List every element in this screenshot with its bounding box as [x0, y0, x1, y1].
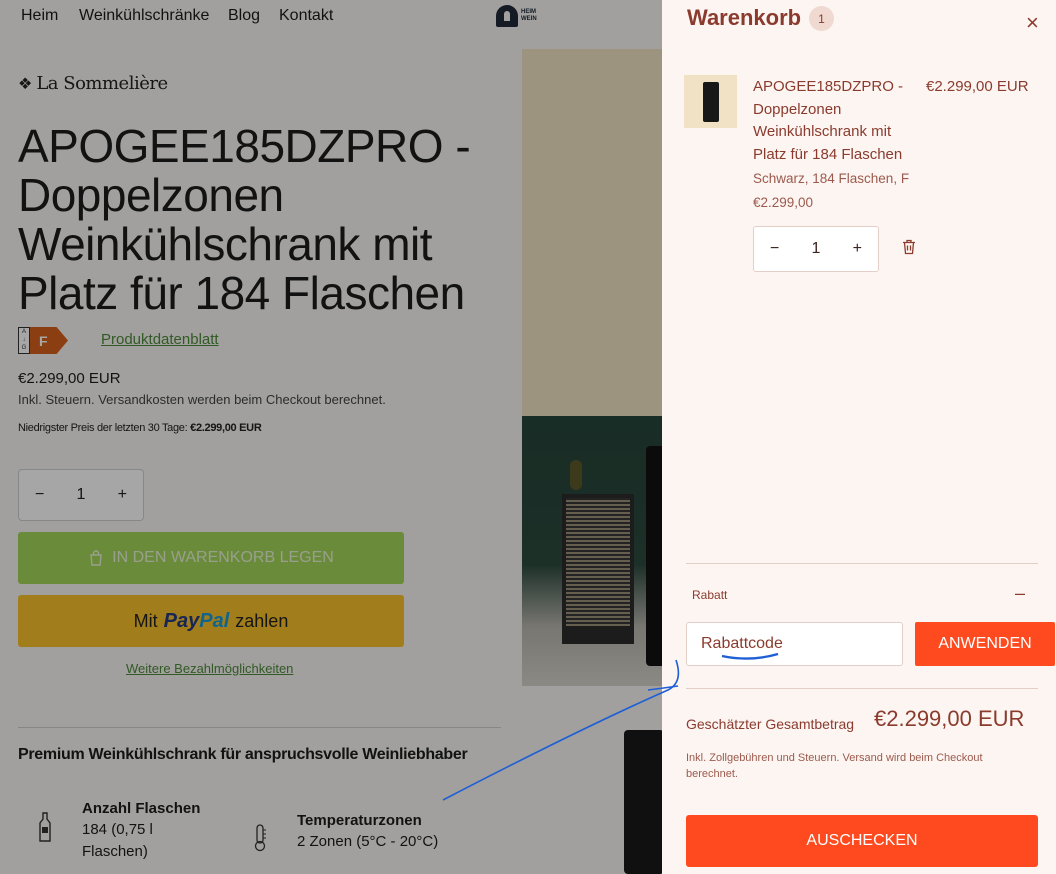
total-note: Inkl. Zollgebühren und Steuern. Versand …	[686, 752, 983, 780]
cart-increase-button[interactable]: +	[853, 240, 862, 258]
cart-item-variant: Schwarz, 184 Flaschen, F	[753, 171, 910, 186]
cart-drawer: Warenkorb 1 × APOGEE185DZPRO - Doppelzon…	[662, 0, 1056, 874]
cart-title: Warenkorb	[687, 5, 802, 30]
close-icon[interactable]: ×	[1026, 10, 1039, 36]
drawer-backdrop[interactable]	[0, 0, 662, 874]
discount-collapse-button[interactable]: –	[1015, 583, 1025, 604]
discount-code-input[interactable]	[686, 622, 903, 666]
cart-count-badge: 1	[809, 6, 834, 31]
cart-quantity-value[interactable]: 1	[812, 240, 821, 258]
cart-item-price: €2.299,00 EUR	[926, 78, 1029, 95]
cart-divider	[686, 688, 1038, 689]
cart-decrease-button[interactable]: −	[770, 240, 779, 258]
estimated-total-value: €2.299,00 EUR	[874, 706, 1025, 731]
cart-item-image[interactable]	[684, 75, 737, 128]
checkout-button[interactable]: AUSCHECKEN	[686, 815, 1038, 867]
cart-item-title[interactable]: APOGEE185DZPRO - Doppelzonen Weinkühlsch…	[753, 76, 913, 166]
estimated-total-label: Geschätzter Gesamtbetrag	[686, 716, 855, 732]
apply-discount-button[interactable]: ANWENDEN	[915, 622, 1055, 666]
cart-item-unit-price: €2.299,00	[753, 195, 814, 210]
discount-label: Rabatt	[692, 588, 728, 602]
trash-icon[interactable]	[902, 239, 916, 255]
cart-quantity-stepper: − 1 +	[753, 226, 879, 272]
cart-divider	[686, 563, 1038, 564]
